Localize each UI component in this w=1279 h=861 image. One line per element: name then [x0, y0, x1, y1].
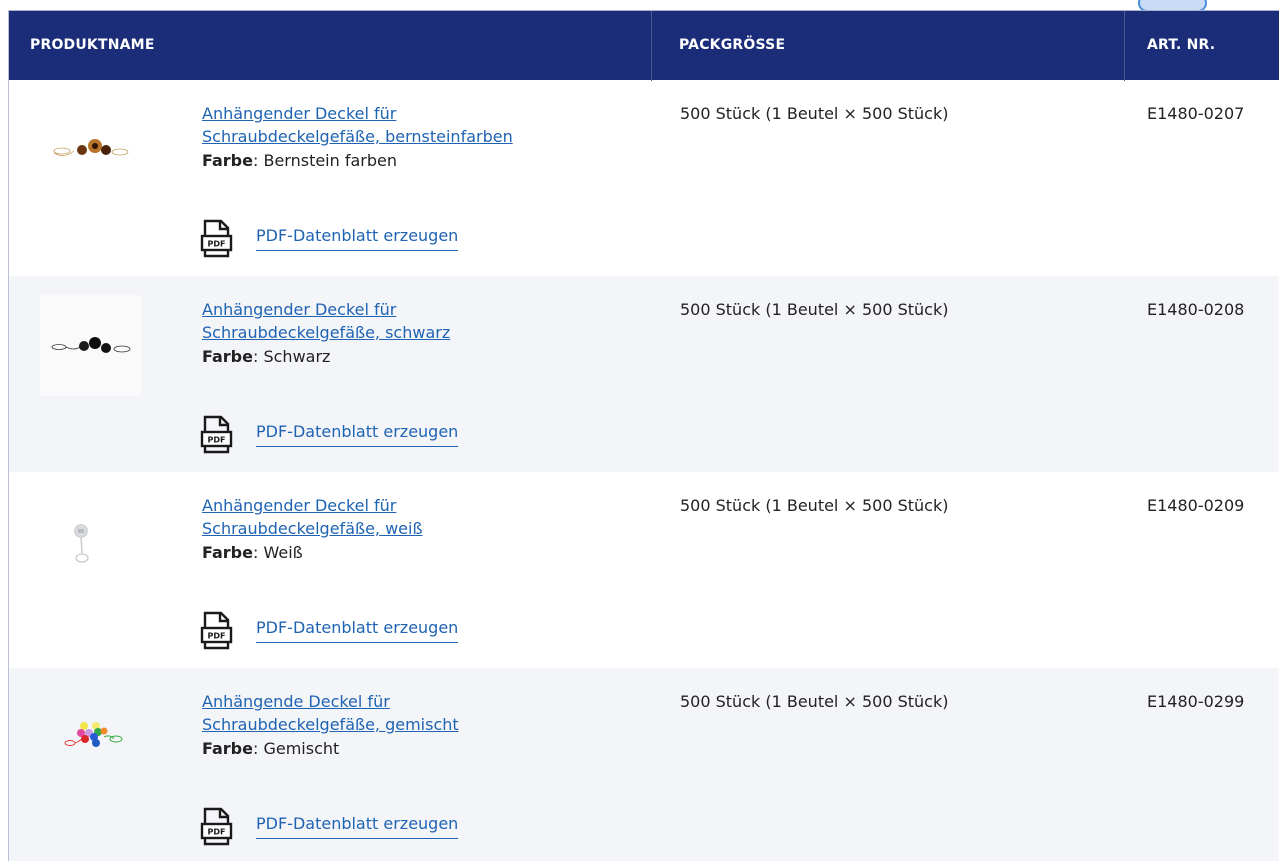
color-label: Farbe [202, 739, 253, 758]
pdf-icon-label: PDF [208, 240, 226, 249]
color-label: Farbe [202, 543, 253, 562]
column-divider [651, 11, 652, 81]
pdf-icon-label: PDF [208, 632, 226, 641]
pdf-datasheet-label[interactable]: PDF-Datenblatt erzeugen [256, 813, 459, 839]
product-image-amber[interactable] [40, 99, 141, 200]
column-divider [1124, 11, 1125, 81]
pdf-icon-label: PDF [208, 828, 226, 837]
product-name-line[interactable]: Anhängender Deckel für [202, 102, 622, 125]
pdf-datasheet-link[interactable]: PDF PDF-Datenblatt erzeugen [199, 803, 499, 847]
product-image-mixed[interactable] [40, 687, 141, 788]
pdf-datasheet-link[interactable]: PDF PDF-Datenblatt erzeugen [199, 607, 499, 651]
table-row: Anhängender Deckel für Schraubdeckelgefä… [9, 276, 1279, 472]
pdf-datasheet-label[interactable]: PDF-Datenblatt erzeugen [256, 617, 459, 643]
pdf-datasheet-label[interactable]: PDF-Datenblatt erzeugen [256, 225, 459, 251]
article-number: E1480-0207 [1147, 104, 1245, 123]
pdf-icon: PDF [200, 219, 233, 258]
color-label: Farbe [202, 347, 253, 366]
product-image-black[interactable] [40, 295, 141, 396]
color-attribute: Farbe: Schwarz [202, 347, 331, 366]
product-name-line[interactable]: Schraubdeckelgefäße, gemischt [202, 713, 622, 736]
color-attribute: Farbe: Weiß [202, 543, 303, 562]
color-value: Schwarz [263, 347, 331, 366]
pdf-datasheet-label[interactable]: PDF-Datenblatt erzeugen [256, 421, 459, 447]
pack-size: 500 Stück (1 Beutel × 500 Stück) [680, 104, 949, 123]
table-row: Anhängender Deckel für Schraubdeckelgefä… [9, 472, 1279, 668]
product-table: PRODUKTNAME PACKGRÖSSE ART. NR. Anhängen… [8, 10, 1279, 861]
pdf-datasheet-link[interactable]: PDF PDF-Datenblatt erzeugen [199, 215, 499, 259]
color-attribute: Farbe: Bernstein farben [202, 151, 398, 170]
product-link[interactable]: Anhängender Deckel für Schraubdeckelgefä… [202, 298, 622, 344]
product-link[interactable]: Anhängende Deckel für Schraubdeckelgefäß… [202, 690, 622, 736]
color-value: Gemischt [263, 739, 340, 758]
article-number: E1480-0209 [1147, 496, 1245, 515]
product-link[interactable]: Anhängender Deckel für Schraubdeckelgefä… [202, 494, 622, 540]
article-number: E1480-0208 [1147, 300, 1245, 319]
pdf-icon: PDF [200, 415, 233, 454]
column-header-packsize[interactable]: PACKGRÖSSE [679, 11, 785, 80]
product-name-line[interactable]: Anhängende Deckel für [202, 690, 622, 713]
pdf-icon: PDF [200, 611, 233, 650]
color-value: Bernstein farben [263, 151, 398, 170]
table-row: Anhängender Deckel für Schraubdeckelgefä… [9, 80, 1279, 276]
table-header: PRODUKTNAME PACKGRÖSSE ART. NR. [9, 10, 1279, 81]
pdf-icon: PDF [200, 807, 233, 846]
color-label: Farbe [202, 151, 253, 170]
product-name-line[interactable]: Anhängender Deckel für [202, 298, 622, 321]
product-name-line[interactable]: Anhängender Deckel für [202, 494, 622, 517]
pdf-datasheet-link[interactable]: PDF PDF-Datenblatt erzeugen [199, 411, 499, 455]
pdf-icon-label: PDF [208, 436, 226, 445]
color-attribute: Farbe: Gemischt [202, 739, 340, 758]
pack-size: 500 Stück (1 Beutel × 500 Stück) [680, 692, 949, 711]
pack-size: 500 Stück (1 Beutel × 500 Stück) [680, 496, 949, 515]
column-header-article-number[interactable]: ART. NR. [1147, 11, 1215, 80]
table-row: Anhängende Deckel für Schraubdeckelgefäß… [9, 668, 1279, 861]
pack-size: 500 Stück (1 Beutel × 500 Stück) [680, 300, 949, 319]
product-name-line[interactable]: Schraubdeckelgefäße, schwarz [202, 321, 622, 344]
product-image-white[interactable] [40, 491, 141, 592]
column-header-productname[interactable]: PRODUKTNAME [30, 11, 155, 80]
color-value: Weiß [263, 543, 303, 562]
product-link[interactable]: Anhängender Deckel für Schraubdeckelgefä… [202, 102, 622, 148]
product-name-line[interactable]: Schraubdeckelgefäße, bernsteinfarben [202, 125, 622, 148]
article-number: E1480-0299 [1147, 692, 1245, 711]
product-name-line[interactable]: Schraubdeckelgefäße, weiß [202, 517, 622, 540]
